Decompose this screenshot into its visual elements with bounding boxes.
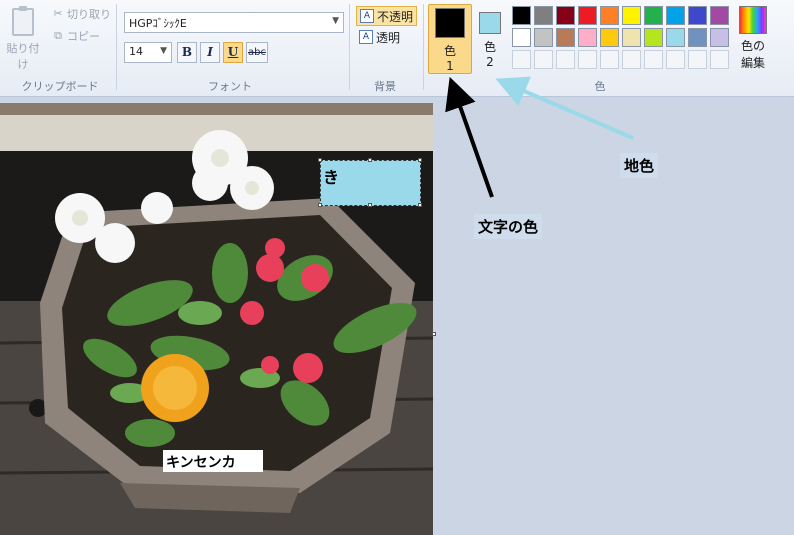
text-color-annotation: 文字の色 — [474, 214, 543, 239]
background-color-annotation: 地色 — [620, 153, 659, 178]
annotation-arrows — [445, 76, 634, 198]
text-color-arrow — [445, 76, 494, 198]
background-color-arrow — [495, 76, 634, 140]
